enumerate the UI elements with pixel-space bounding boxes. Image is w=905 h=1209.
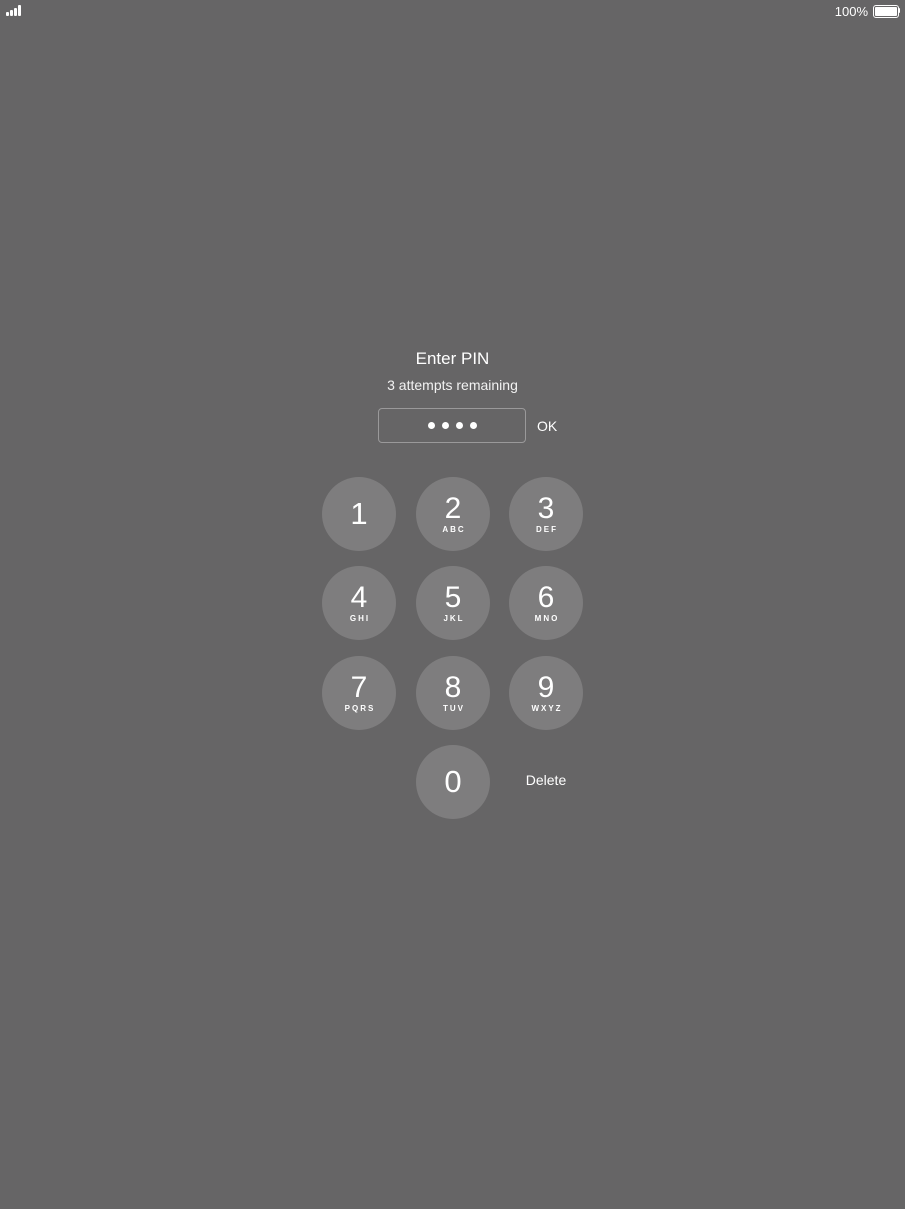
key-letters: GHI [349, 614, 371, 623]
keypad-key-1[interactable]: 1 [322, 477, 396, 551]
pin-input-field[interactable] [378, 408, 526, 443]
delete-button[interactable]: Delete [509, 772, 583, 788]
keypad-key-3[interactable]: 3 DEF [509, 477, 583, 551]
key-digit: 9 [537, 671, 555, 704]
keypad-key-9[interactable]: 9 WXYZ [509, 656, 583, 730]
key-letters: JKL [443, 614, 465, 623]
key-letters: WXYZ [531, 704, 563, 713]
pin-title: Enter PIN [415, 349, 490, 368]
key-letters: TUV [443, 704, 465, 713]
key-letters: PQRS [344, 704, 376, 713]
key-digit: 1 [350, 496, 368, 531]
battery-full-icon [873, 5, 900, 18]
key-digit: 2 [444, 492, 462, 525]
status-bar: 100% [0, 0, 905, 22]
keypad-key-8[interactable]: 8 TUV [416, 656, 490, 730]
keypad-key-2[interactable]: 2 ABC [416, 477, 490, 551]
keypad-key-0[interactable]: 0 [416, 745, 490, 819]
key-digit: 7 [350, 671, 368, 704]
pin-dot [441, 422, 449, 429]
pin-dot [455, 422, 463, 429]
keypad-key-5[interactable]: 5 JKL [416, 566, 490, 640]
keypad-key-4[interactable]: 4 GHI [322, 566, 396, 640]
battery-percentage: 100% [834, 4, 868, 19]
cellular-signal-icon [6, 5, 21, 16]
key-digit: 0 [444, 764, 462, 799]
key-digit: 3 [537, 492, 555, 525]
pin-dot [427, 422, 435, 429]
keypad-key-7[interactable]: 7 PQRS [322, 656, 396, 730]
key-digit: 5 [444, 581, 462, 614]
pin-dot [469, 422, 477, 429]
keypad-key-6[interactable]: 6 MNO [509, 566, 583, 640]
ok-button[interactable]: OK [537, 418, 557, 434]
key-digit: 8 [444, 671, 462, 704]
key-letters: DEF [536, 525, 558, 534]
attempts-remaining-text: 3 attempts remaining [387, 377, 518, 393]
key-digit: 6 [537, 581, 555, 614]
key-digit: 4 [350, 581, 368, 614]
key-letters: ABC [442, 525, 466, 534]
key-letters: MNO [534, 614, 560, 623]
